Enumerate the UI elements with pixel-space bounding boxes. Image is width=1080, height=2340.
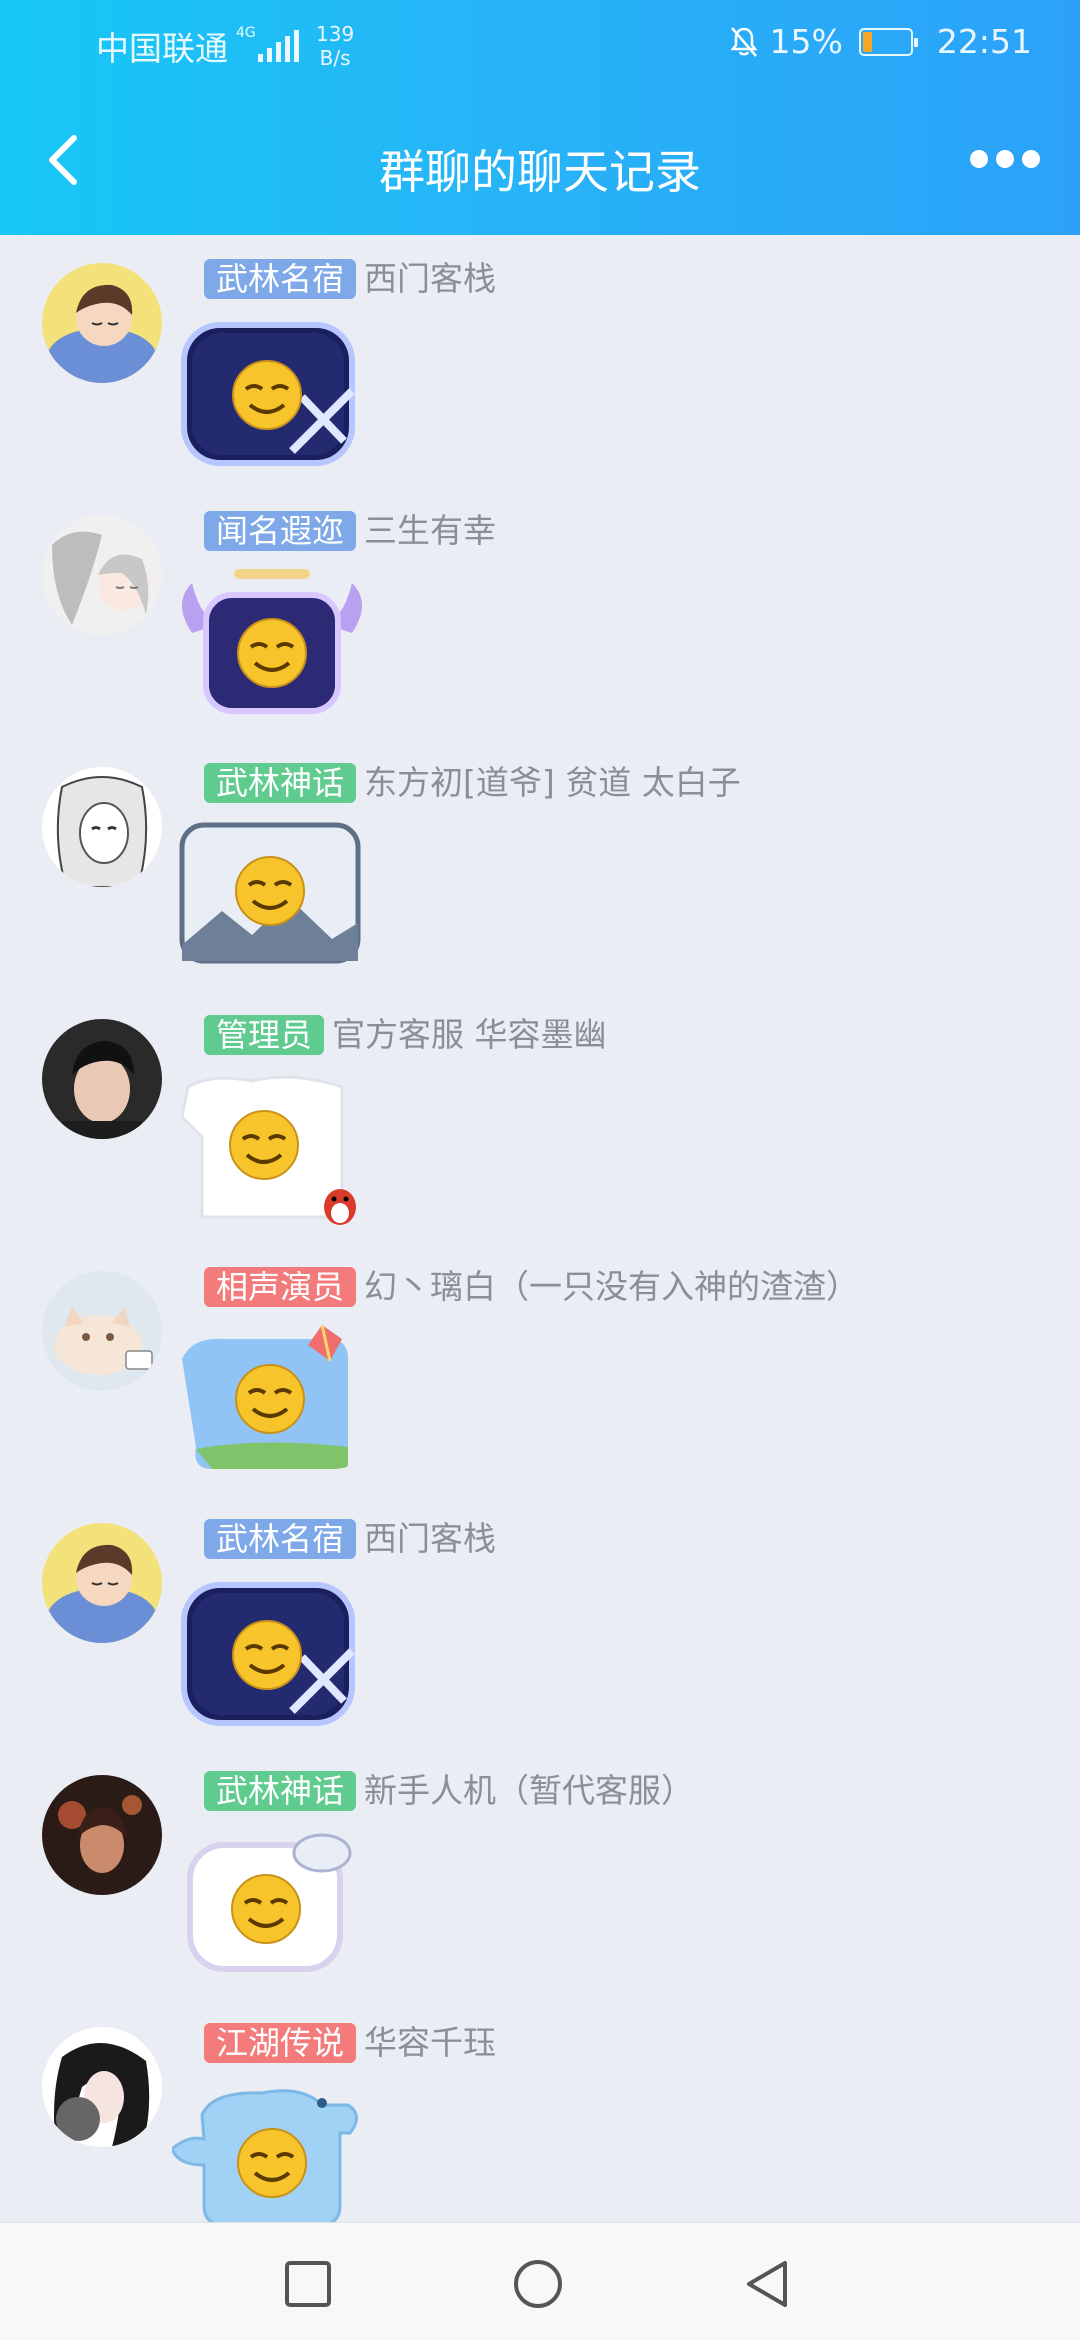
- network-speed-value: 139: [316, 22, 355, 46]
- sender-nickname[interactable]: 新手人机（暂代客服）: [364, 1771, 694, 1811]
- list-item[interactable]: 武林名宿 西门客栈: [0, 1495, 1080, 1747]
- member-title-badge: 相声演员: [204, 1267, 357, 1307]
- sender-name-row: 武林神话 新手人机（暂代客服）: [204, 1769, 694, 1813]
- sender-name-row: 江湖传说 华容千珏: [204, 2021, 496, 2065]
- black-hair-girl-avatar[interactable]: [42, 2027, 162, 2147]
- network-type: 4G: [236, 25, 256, 41]
- mountain-landscape-emoji-sticker[interactable]: [172, 815, 372, 985]
- sender-name-row: 闻名遐迩 三生有幸: [204, 509, 496, 553]
- signal-icon: 4G: [236, 26, 306, 66]
- night-sword-emoji-sticker[interactable]: [172, 311, 372, 481]
- member-title-badge: 武林神话: [204, 1771, 357, 1811]
- manga-girl-avatar[interactable]: [42, 767, 162, 887]
- sender-name-row: 武林名宿 西门客栈: [204, 1517, 496, 1561]
- member-title-badge: 武林神话: [204, 763, 357, 803]
- moon-bubble-emoji-sticker[interactable]: [172, 1823, 372, 1993]
- couple-sketch-avatar[interactable]: [42, 515, 162, 635]
- sender-nickname[interactable]: 华容千珏: [364, 2023, 496, 2063]
- network-speed: 139 B/s: [316, 22, 354, 70]
- sender-name-row: 相声演员 幻丶璃白（一只没有入神的渣渣）: [204, 1265, 859, 1309]
- sender-nickname[interactable]: 西门客栈: [364, 1519, 496, 1559]
- carrier-name: 中国联通: [96, 29, 228, 68]
- app-header: 中国联通 4G 139 B/s 15% 22:51 群聊的聊天记录: [0, 0, 1080, 235]
- cat-avatar[interactable]: [42, 1271, 162, 1391]
- sender-nickname[interactable]: 幻丶璃白（一只没有入神的渣渣）: [364, 1267, 859, 1307]
- battery-percent: 15%: [769, 22, 843, 61]
- night-sword-emoji-sticker[interactable]: [172, 1571, 372, 1741]
- sender-name-row: 武林神话 东方初[道爷] 贫道 太白子: [204, 761, 741, 805]
- angel-wings-emoji-sticker[interactable]: [172, 563, 372, 733]
- nav-bar: 群聊的聊天记录: [0, 84, 1080, 235]
- member-title-badge: 武林名宿: [204, 1519, 357, 1559]
- sender-nickname[interactable]: 三生有幸: [364, 511, 496, 551]
- sender-nickname[interactable]: 官方客服 华容墨幽: [332, 1015, 607, 1055]
- page-title: 群聊的聊天记录: [379, 145, 701, 199]
- list-item[interactable]: 闻名遐迩 三生有幸: [0, 487, 1080, 739]
- blue-whale-emoji-sticker[interactable]: [172, 2075, 372, 2245]
- list-item[interactable]: 武林名宿 西门客栈: [0, 235, 1080, 487]
- member-title-badge: 闻名遐迩: [204, 511, 357, 551]
- sleeping-boy-avatar[interactable]: [42, 263, 162, 383]
- battery-icon: [858, 27, 918, 56]
- list-item[interactable]: 管理员 官方客服 华容墨幽: [0, 991, 1080, 1243]
- member-title-badge: 管理员: [204, 1015, 325, 1055]
- clock: 22:51: [936, 22, 1032, 61]
- home-icon[interactable]: [513, 2259, 563, 2309]
- back-triangle-icon[interactable]: [743, 2259, 793, 2309]
- member-title-badge: 江湖传说: [204, 2023, 357, 2063]
- network-speed-unit: B/s: [319, 46, 351, 70]
- snow-penguin-emoji-sticker[interactable]: [172, 1067, 372, 1237]
- sleeping-boy-avatar[interactable]: [42, 1523, 162, 1643]
- sender-name-row: 武林名宿 西门客栈: [204, 257, 496, 301]
- kite-sky-emoji-sticker[interactable]: [172, 1319, 372, 1489]
- sender-name-row: 管理员 官方客服 华容墨幽: [204, 1013, 607, 1057]
- list-item[interactable]: 武林神话 东方初[道爷] 贫道 太白子: [0, 739, 1080, 991]
- sender-nickname[interactable]: 东方初[道爷] 贫道 太白子: [364, 763, 741, 803]
- young-man-avatar[interactable]: [42, 1019, 162, 1139]
- bell-off-icon: [730, 26, 758, 57]
- member-title-badge: 武林名宿: [204, 259, 357, 299]
- sender-nickname[interactable]: 西门客栈: [364, 259, 496, 299]
- more-options-icon[interactable]: [970, 142, 1040, 176]
- list-item[interactable]: 武林神话 新手人机（暂代客服）: [0, 1747, 1080, 1999]
- lantern-girl-avatar[interactable]: [42, 1775, 162, 1895]
- system-nav-bar: [0, 2222, 1080, 2340]
- recent-apps-icon[interactable]: [283, 2259, 333, 2309]
- list-item[interactable]: 相声演员 幻丶璃白（一只没有入神的渣渣）: [0, 1243, 1080, 1495]
- status-bar: 中国联通 4G 139 B/s 15% 22:51: [0, 0, 1080, 84]
- list-item[interactable]: 江湖传说 华容千珏: [0, 1999, 1080, 2251]
